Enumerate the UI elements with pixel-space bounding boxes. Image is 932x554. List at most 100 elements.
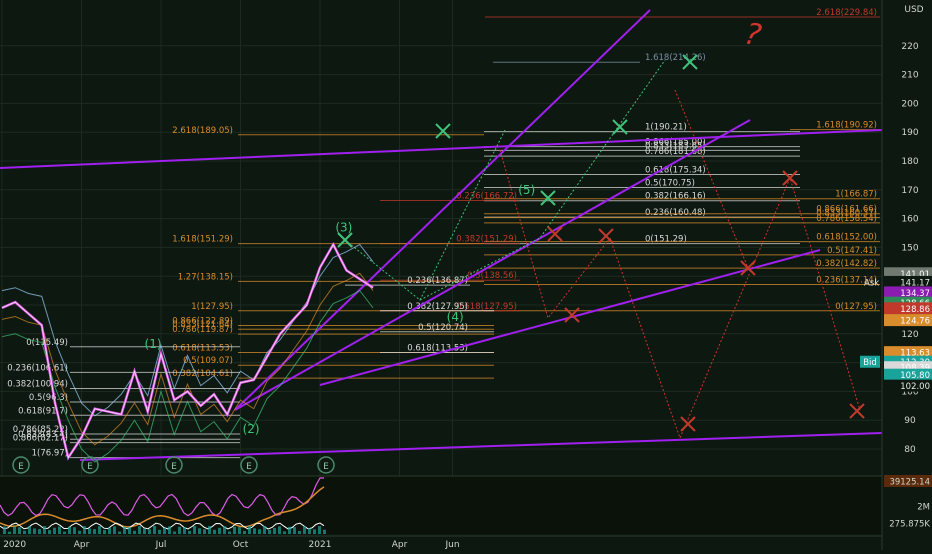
volume-bar <box>163 527 166 534</box>
volume-bar <box>33 528 36 534</box>
fib-level-label: 0.236(166.72) <box>456 191 517 201</box>
wave-label: (1) <box>145 337 162 351</box>
volume-bar <box>303 526 306 534</box>
fib-level-label: 0.5(170.75) <box>645 178 695 188</box>
volume-bar <box>53 527 56 534</box>
fib-level-label: 2.618(229.84) <box>816 8 877 18</box>
fib-level-label: 0.786(158.54) <box>816 214 877 224</box>
fib-level-label: 0(127.95) <box>835 302 877 312</box>
fib-level-label: 0.5(120.74) <box>418 323 468 333</box>
volume-bar <box>68 526 71 534</box>
earnings-marker-label: E <box>246 462 252 472</box>
volume-bar <box>58 526 61 534</box>
fib-level-label: 1.618(151.29) <box>172 235 233 245</box>
volume-bar <box>268 529 271 534</box>
volume-bar <box>23 530 26 534</box>
volume-bar <box>138 526 141 534</box>
volume-bar <box>198 528 201 534</box>
volume-bar <box>48 529 51 534</box>
volume-bar <box>253 528 256 534</box>
price-tick-label: 160 <box>901 215 918 225</box>
volume-bar <box>298 530 301 534</box>
volume-bar <box>248 526 251 534</box>
volume-bar <box>288 526 291 534</box>
time-tick-label: Oct <box>233 540 249 550</box>
earnings-marker-label: E <box>18 462 24 472</box>
volume-bar <box>243 530 246 534</box>
volume-bar <box>193 526 196 534</box>
volume-bar <box>228 531 231 534</box>
volume-bar <box>28 526 31 534</box>
volume-bar <box>323 529 326 534</box>
price-tick-label: 180 <box>901 157 918 167</box>
volume-bar <box>158 529 161 534</box>
volume-bar <box>133 530 136 534</box>
volume-bar <box>308 528 311 534</box>
volume-bar <box>313 529 316 534</box>
volume-bar <box>293 527 296 534</box>
volume-bar <box>223 526 226 534</box>
price-tick-label: 220 <box>901 42 918 52</box>
volume-bar <box>98 526 101 534</box>
fib-level-label: 0.786(119.87) <box>172 325 233 335</box>
fib-level-label: 0.786(181.68) <box>645 147 706 157</box>
time-tick-label: Jun <box>444 540 459 550</box>
volume-bar <box>13 526 16 534</box>
volume-bar <box>238 527 241 534</box>
volume-bar <box>113 526 116 534</box>
currency-label: USD <box>904 5 923 15</box>
fib-level-label: 0.236(160.48) <box>645 208 706 218</box>
fib-level-label: 1.27(138.15) <box>178 272 233 282</box>
wave-label: (4) <box>447 310 464 324</box>
price-tick-label: 190 <box>901 128 918 138</box>
time-tick-label: Apr <box>392 540 408 550</box>
fib-level-label: 0.236(106.61) <box>7 363 68 373</box>
time-tick-label: Apr <box>74 540 90 550</box>
volume-bar <box>78 530 81 534</box>
volume-bar <box>188 530 191 534</box>
fib-level-label: 1(190.21) <box>645 123 687 133</box>
volume-bar <box>258 529 261 534</box>
volume-bar <box>3 526 6 534</box>
bid-label: Bid <box>863 358 877 368</box>
fib-level-label: 2.618(189.05) <box>172 126 233 136</box>
volume-bar <box>18 527 21 534</box>
volume-bar <box>143 528 146 534</box>
volume-bar <box>318 526 321 534</box>
time-tick-label: 2020 <box>3 540 26 550</box>
volume-bar <box>233 526 236 534</box>
volume-bar <box>153 526 156 534</box>
volume-bar <box>283 531 286 534</box>
volume-bar <box>88 528 91 534</box>
price-tick-label: 80 <box>904 445 916 455</box>
wave-label: (5) <box>518 183 535 197</box>
volume-bar <box>73 527 76 534</box>
earnings-marker-label: E <box>171 462 177 472</box>
fib-level-label: 0.5(147.41) <box>827 246 877 256</box>
fib-level-label: 0(151.29) <box>645 235 687 245</box>
chart-area[interactable]: 2.618(229.84) 1.618(214.26) 2.618(189.05) 1… <box>0 0 932 550</box>
chart-background <box>0 0 932 550</box>
volume-bar <box>183 527 186 534</box>
volume-bar <box>263 526 266 534</box>
volume-bar <box>178 526 181 534</box>
volume-bar <box>128 527 131 534</box>
fib-level-label: 0.382(100.94) <box>7 380 68 390</box>
volume-axis-label: 275.875K <box>889 520 930 530</box>
price-chart[interactable]: 2.618(229.84)1.618(214.26)2.618(189.05) 1… <box>0 0 932 550</box>
wave-label: (2) <box>243 422 260 436</box>
fib-level-label: 0.382(142.82) <box>816 259 877 269</box>
earnings-marker-label: E <box>87 462 93 472</box>
fib-level-label: 0.866(82.17) <box>13 434 68 444</box>
fib-level-label: 1.618(190.92) <box>816 121 877 131</box>
volume-bar <box>83 526 86 534</box>
volume-bar <box>278 526 281 534</box>
fib-level-label: 1(76.97) <box>32 449 68 459</box>
time-tick-label: Jul <box>155 540 167 550</box>
price-tick-label: 210 <box>901 71 918 81</box>
volume-bar <box>273 527 276 534</box>
price-tag-label: 102.00 <box>900 382 930 392</box>
fib-level-label: 0.5(96.3) <box>29 393 68 403</box>
volume-bar <box>8 531 11 534</box>
fib-level-label: 1(166.87) <box>835 190 877 200</box>
